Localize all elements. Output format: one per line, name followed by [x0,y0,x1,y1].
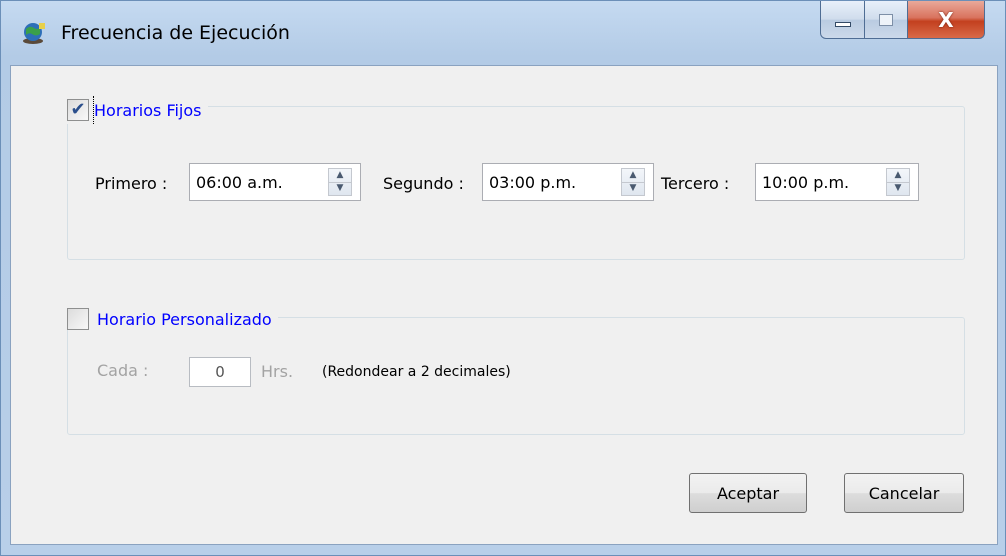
rounding-note: (Redondear a 2 decimales) [322,364,511,380]
spin-up-icon[interactable]: ▲ [329,169,351,182]
first-time-spinner[interactable]: 06:00 a.m. ▲ ▼ [189,163,361,201]
dialog-window: Frecuencia de Ejecución X ✔ Horarios Fij… [0,0,1006,556]
second-time-spin-arrows[interactable]: ▲ ▼ [621,168,645,196]
spin-down-icon[interactable]: ▼ [887,181,909,196]
close-icon: X [938,7,954,32]
spin-down-icon[interactable]: ▼ [329,181,351,196]
first-time-label: Primero : [95,174,168,193]
maximize-icon [879,13,893,26]
fixed-schedule-label[interactable]: Horarios Fijos [94,101,202,120]
custom-schedule-checkbox[interactable] [67,308,89,330]
spin-up-icon[interactable]: ▲ [622,169,644,182]
dialog-client-area: ✔ Horarios Fijos Primero : 06:00 a.m. ▲ … [10,65,998,545]
third-time-spinner[interactable]: 10:00 p.m. ▲ ▼ [755,163,919,201]
custom-schedule-label[interactable]: Horario Personalizado [97,310,272,329]
title-bar[interactable]: Frecuencia de Ejecución X [1,1,1006,65]
minimize-icon [834,22,851,27]
window-title: Frecuencia de Ejecución [61,22,290,44]
second-time-spinner[interactable]: 03:00 p.m. ▲ ▼ [482,163,654,201]
second-time-value[interactable]: 03:00 p.m. [483,173,621,192]
spin-up-icon[interactable]: ▲ [887,169,909,182]
every-label: Cada : [97,361,149,380]
third-time-value[interactable]: 10:00 p.m. [756,173,886,192]
custom-schedule-legend: Horario Personalizado [67,308,278,330]
maximize-button[interactable] [864,1,908,39]
minimize-button[interactable] [820,1,865,39]
cancel-button[interactable]: Cancelar [844,473,964,513]
first-time-value[interactable]: 06:00 a.m. [190,173,328,192]
interval-hours-input[interactable]: 0 [189,357,251,387]
fixed-schedule-legend: ✔ Horarios Fijos [67,96,208,124]
first-time-spin-arrows[interactable]: ▲ ▼ [328,168,352,196]
close-button[interactable]: X [907,1,985,39]
hours-unit-label: Hrs. [261,362,294,381]
check-icon: ✔ [70,99,86,120]
third-time-spin-arrows[interactable]: ▲ ▼ [886,168,910,196]
globe-app-icon [21,21,47,45]
second-time-label: Segundo : [383,174,464,193]
fixed-schedule-checkbox[interactable]: ✔ [67,99,89,121]
accept-button[interactable]: Aceptar [689,473,807,513]
spin-down-icon[interactable]: ▼ [622,181,644,196]
third-time-label: Tercero : [661,174,730,193]
